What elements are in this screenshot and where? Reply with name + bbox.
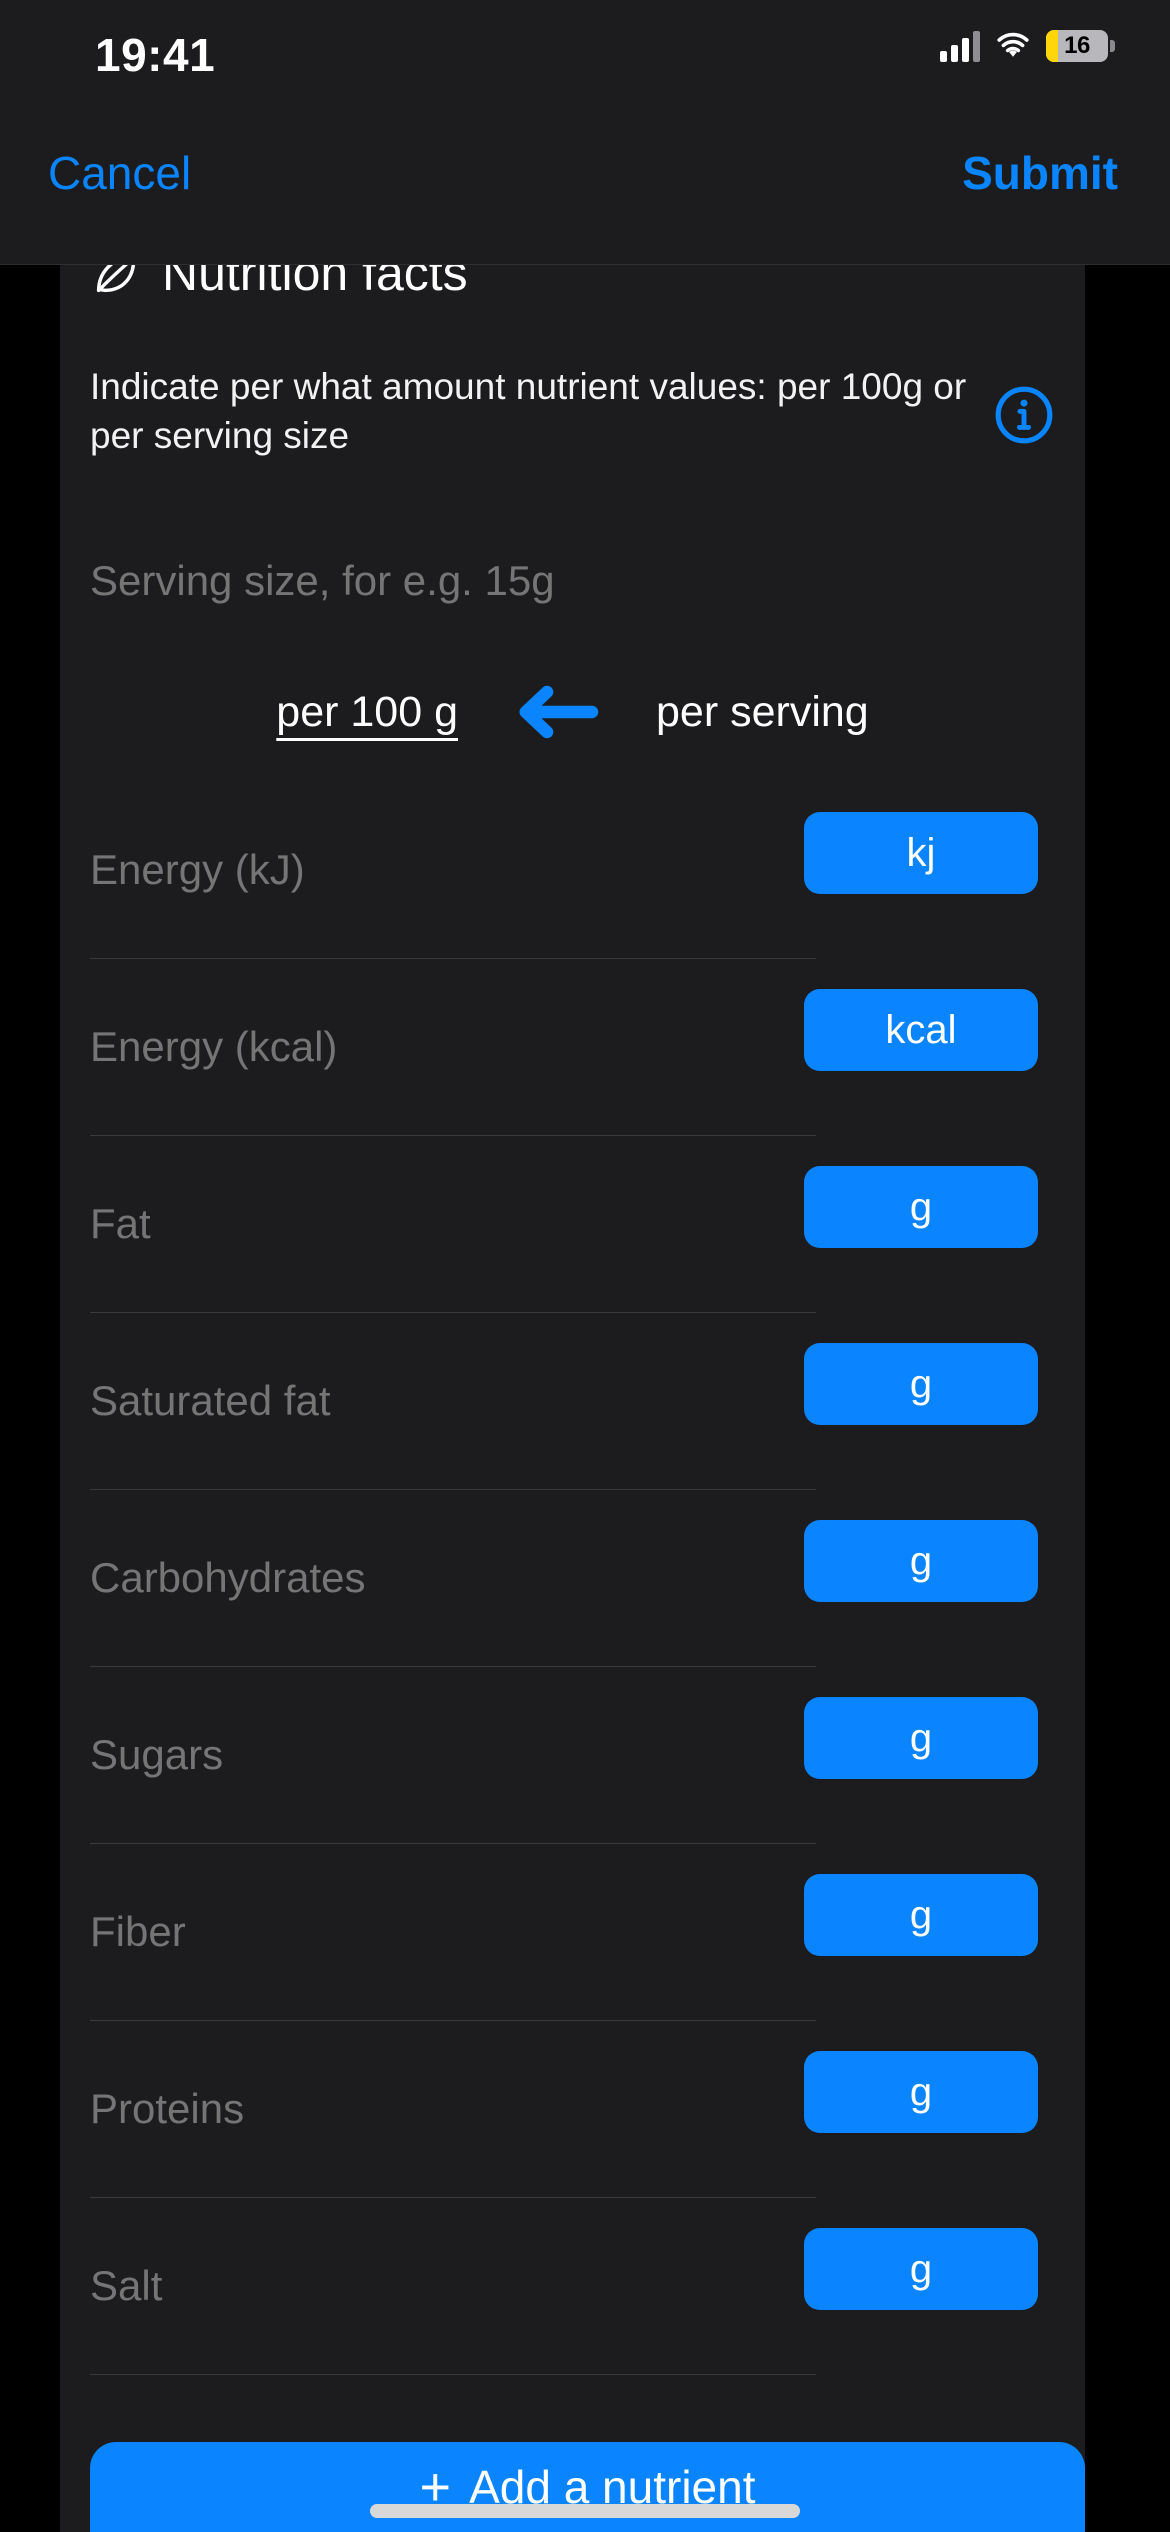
nutrient-field: [90, 1313, 816, 1490]
battery-level-text: 16: [1064, 32, 1090, 59]
nutrient-input[interactable]: [90, 1200, 816, 1248]
nutrient-input[interactable]: [90, 1908, 816, 1956]
nutrition-facts-form: Nutrition facts Indicate per what amount…: [60, 252, 1085, 2532]
cancel-button[interactable]: Cancel: [48, 146, 191, 200]
battery-icon: 16: [1046, 30, 1115, 62]
info-circle-icon[interactable]: [993, 384, 1055, 446]
nutrient-input[interactable]: [90, 1731, 816, 1779]
nutrient-field: [90, 1490, 816, 1667]
nutrient-input[interactable]: [90, 2262, 816, 2310]
phone-screen: 19:41 16 Cancel Submit Nutrition facts I…: [0, 0, 1170, 2532]
unit-button[interactable]: g: [804, 2051, 1038, 2133]
nutrient-field: [90, 1844, 816, 2021]
nutrient-input[interactable]: [90, 846, 816, 894]
unit-button[interactable]: kj: [804, 812, 1038, 894]
serving-size-input[interactable]: [90, 557, 850, 605]
status-bar: 19:41 16: [0, 0, 1170, 98]
nutrient-row: g: [60, 1136, 1085, 1313]
nutrient-row: kcal: [60, 959, 1085, 1136]
unit-button[interactable]: kcal: [804, 989, 1038, 1071]
nutrient-row: g: [60, 2021, 1085, 2198]
unit-button[interactable]: g: [804, 1166, 1038, 1248]
nutrient-field: [90, 2198, 816, 2375]
nutrient-row: g: [60, 2198, 1085, 2375]
nutrient-input[interactable]: [90, 1377, 816, 1425]
unit-button[interactable]: g: [804, 1874, 1038, 1956]
nutrient-input[interactable]: [90, 1554, 816, 1602]
nutrient-field: [90, 959, 816, 1136]
nutrient-field: [90, 1667, 816, 1844]
status-time: 19:41: [95, 29, 216, 81]
nutrient-field: [90, 2021, 816, 2198]
unit-button[interactable]: g: [804, 1697, 1038, 1779]
arrow-left-icon[interactable]: [512, 684, 602, 740]
nutrient-row: g: [60, 1844, 1085, 2021]
per-serving-option[interactable]: per serving: [656, 688, 869, 737]
nutrient-input[interactable]: [90, 2085, 816, 2133]
home-indicator[interactable]: [370, 2504, 800, 2518]
submit-button[interactable]: Submit: [962, 146, 1118, 200]
per-100g-option[interactable]: per 100 g: [276, 688, 458, 737]
navigation-bar: Cancel Submit: [0, 98, 1170, 265]
unit-button[interactable]: g: [804, 1343, 1038, 1425]
per-amount-toggle: per 100 g per serving: [90, 657, 1055, 767]
nutrient-row: g: [60, 1313, 1085, 1490]
description-text: Indicate per what amount nutrient values…: [90, 366, 967, 457]
status-indicators: 16: [940, 30, 1115, 62]
description-row: Indicate per what amount nutrient values…: [90, 362, 1055, 460]
nutrient-input[interactable]: [90, 1023, 816, 1071]
nutrient-row: g: [60, 1490, 1085, 1667]
nutrient-row: kj: [60, 782, 1085, 959]
add-nutrient-button[interactable]: + Add a nutrient: [90, 2442, 1085, 2532]
unit-button[interactable]: g: [804, 1520, 1038, 1602]
nutrient-field: [90, 1136, 816, 1313]
nutrient-row: g: [60, 1667, 1085, 1844]
cellular-signal-icon: [940, 30, 980, 62]
nutrient-field: [90, 782, 816, 959]
nutrient-list: kj kcal g g g g g g g: [60, 782, 1085, 2375]
unit-button[interactable]: g: [804, 2228, 1038, 2310]
wifi-icon: [997, 32, 1029, 57]
